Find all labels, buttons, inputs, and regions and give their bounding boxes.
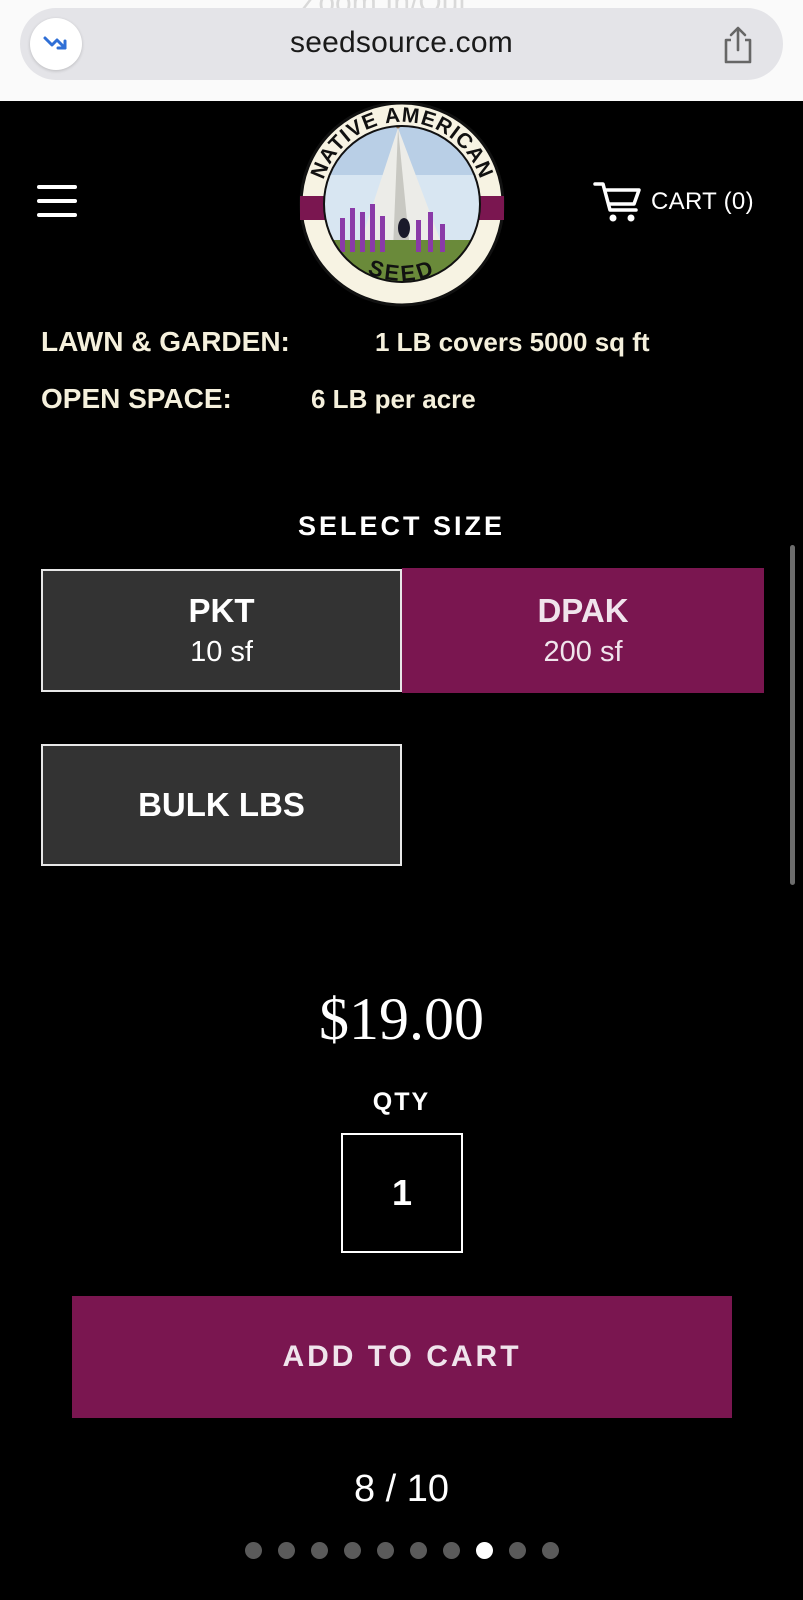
size-option-dpak[interactable]: DPAK 200 sf [402, 568, 764, 693]
lawn-garden-value: 1 LB covers 5000 sq ft [375, 327, 650, 357]
pager-dot[interactable] [541, 1542, 559, 1559]
size-option-name: BULK LBS [138, 786, 305, 823]
share-icon[interactable] [719, 25, 757, 65]
qty-label: QTY [372, 1088, 431, 1116]
add-to-cart-button[interactable]: ADD TO CART [72, 1296, 732, 1418]
browser-toolbar: Zoom In/Out seedsource.com [0, 0, 803, 101]
pager-dot[interactable] [442, 1542, 460, 1559]
hamburger-menu-icon[interactable] [35, 183, 79, 219]
select-size-heading: SELECT SIZE [297, 511, 506, 541]
lawn-garden-label: LAWN & GARDEN: [41, 326, 290, 357]
pager-dots [0, 1542, 803, 1559]
size-option-bulk-lbs[interactable]: BULK LBS [41, 744, 402, 866]
pager-dot[interactable] [310, 1542, 328, 1559]
size-option-area: 200 sf [543, 636, 623, 668]
image-pager-count: 8 / 10 [353, 1468, 450, 1510]
open-space-label: OPEN SPACE: [41, 383, 232, 414]
pager-dot[interactable] [475, 1542, 493, 1559]
size-option-name: DPAK [537, 592, 629, 629]
pager-dot[interactable] [343, 1542, 361, 1559]
size-option-area: 10 sf [190, 636, 253, 668]
pager-dot[interactable] [409, 1542, 427, 1559]
native-american-seed-logo[interactable]: NATIVE AMERICAN SEED [298, 100, 506, 308]
url-text[interactable]: seedsource.com [20, 26, 783, 60]
size-option-name: PKT [188, 592, 255, 629]
shopping-cart-icon [593, 182, 641, 222]
pager-dot[interactable] [376, 1542, 394, 1559]
scrollbar[interactable] [790, 545, 795, 885]
address-bar[interactable]: seedsource.com [20, 8, 783, 80]
size-option-pkt[interactable]: PKT 10 sf [41, 569, 402, 692]
price: $19.00 [319, 986, 484, 1052]
cart-button[interactable]: CART (0) [593, 180, 754, 224]
open-space-value: 6 LB per acre [311, 384, 476, 414]
pager-dot[interactable] [277, 1542, 295, 1559]
quantity-input[interactable]: 1 [341, 1133, 463, 1253]
pager-dot[interactable] [508, 1542, 526, 1559]
pager-dot[interactable] [244, 1542, 262, 1559]
cart-label: CART (0) [651, 188, 754, 215]
